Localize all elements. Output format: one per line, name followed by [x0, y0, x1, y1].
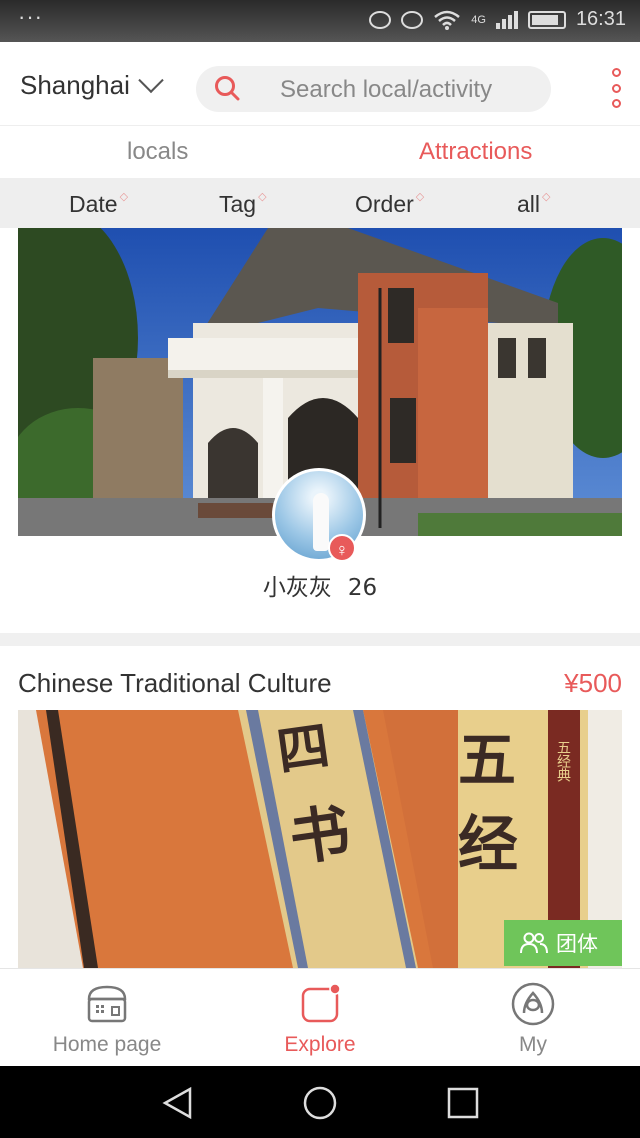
clock: 16:31	[575, 8, 626, 30]
nav-explore[interactable]: Explore	[250, 981, 390, 1057]
system-nav-bar	[0, 1066, 640, 1138]
recents-icon[interactable]	[446, 1086, 480, 1120]
nav-explore-label: Explore	[284, 1033, 356, 1056]
status-bar: ··· 4G 16:31	[0, 0, 640, 42]
book-character-2: 书	[285, 797, 354, 875]
group-badge: 团体	[504, 920, 622, 966]
author-info: 小灰灰 26	[0, 568, 640, 602]
home-button-icon[interactable]	[302, 1086, 338, 1120]
search-icon	[215, 76, 240, 101]
nav-home[interactable]: Home page	[37, 981, 177, 1057]
group-label: 团体	[556, 932, 598, 956]
activity-price: ¥500	[564, 668, 622, 698]
chevron-down-icon	[138, 67, 164, 93]
alarm-icon	[401, 10, 424, 29]
search-bar[interactable]: Search local/activity	[196, 66, 551, 112]
city-label: Shanghai	[20, 70, 130, 100]
card-divider	[0, 633, 640, 646]
author-age: 26	[347, 575, 378, 601]
explore-icon	[301, 983, 341, 1023]
book-spine-text: 五经典	[555, 740, 571, 782]
filter-all-label: all	[517, 191, 541, 217]
filter-all[interactable]: all ◇	[517, 191, 550, 218]
sort-caret-icon: ◇	[258, 191, 267, 203]
nav-my-label: My	[519, 1033, 547, 1056]
home-icon	[87, 985, 127, 1023]
back-icon[interactable]	[160, 1086, 196, 1120]
filter-date-label: Date	[69, 191, 118, 217]
more-options-icon[interactable]	[610, 68, 622, 108]
filter-bar: Date ◇ Tag ◇ Order ◇ all ◇	[0, 178, 640, 228]
book-character-4: 经	[458, 810, 518, 880]
network-type: 4G	[471, 13, 486, 26]
book-character-3: 五	[458, 726, 516, 794]
tab-bar: locals Attractions	[0, 126, 640, 178]
tab-attractions[interactable]: Attractions	[419, 138, 532, 166]
sort-caret-icon: ◇	[119, 191, 129, 203]
group-icon	[520, 932, 548, 954]
filter-date[interactable]: Date ◇	[69, 191, 128, 218]
filter-order[interactable]: Order ◇	[355, 191, 424, 218]
sort-caret-icon: ◇	[415, 191, 425, 203]
filter-tag[interactable]: Tag ◇	[219, 191, 267, 218]
nav-home-label: Home page	[52, 1033, 162, 1056]
top-header: Shanghai Search local/activity	[0, 42, 640, 126]
female-icon: ♀	[328, 534, 356, 562]
attraction-list[interactable]: ♀ 小灰灰 26 Chinese Traditional Culture ¥500…	[0, 228, 640, 968]
bottom-nav: Home page Explore My	[0, 968, 640, 1066]
notification-dots-icon: ···	[18, 4, 43, 29]
nav-my[interactable]: My	[463, 981, 603, 1057]
filter-order-label: Order	[355, 191, 414, 217]
headset-icon	[369, 10, 392, 29]
activity-title[interactable]: Chinese Traditional Culture	[18, 668, 332, 699]
filter-tag-label: Tag	[219, 191, 257, 217]
signal-icon	[495, 10, 518, 29]
user-icon	[511, 982, 555, 1026]
battery-icon	[527, 10, 566, 29]
search-input[interactable]: Search local/activity	[280, 76, 492, 104]
city-selector[interactable]: Shanghai	[20, 67, 164, 101]
book-character-1: 四	[273, 715, 333, 783]
status-icons: 4G 16:31	[369, 8, 626, 31]
tab-locals[interactable]: locals	[127, 138, 188, 166]
wifi-icon	[434, 10, 461, 30]
author-name: 小灰灰	[262, 575, 332, 601]
sort-caret-icon: ◇	[542, 191, 551, 203]
